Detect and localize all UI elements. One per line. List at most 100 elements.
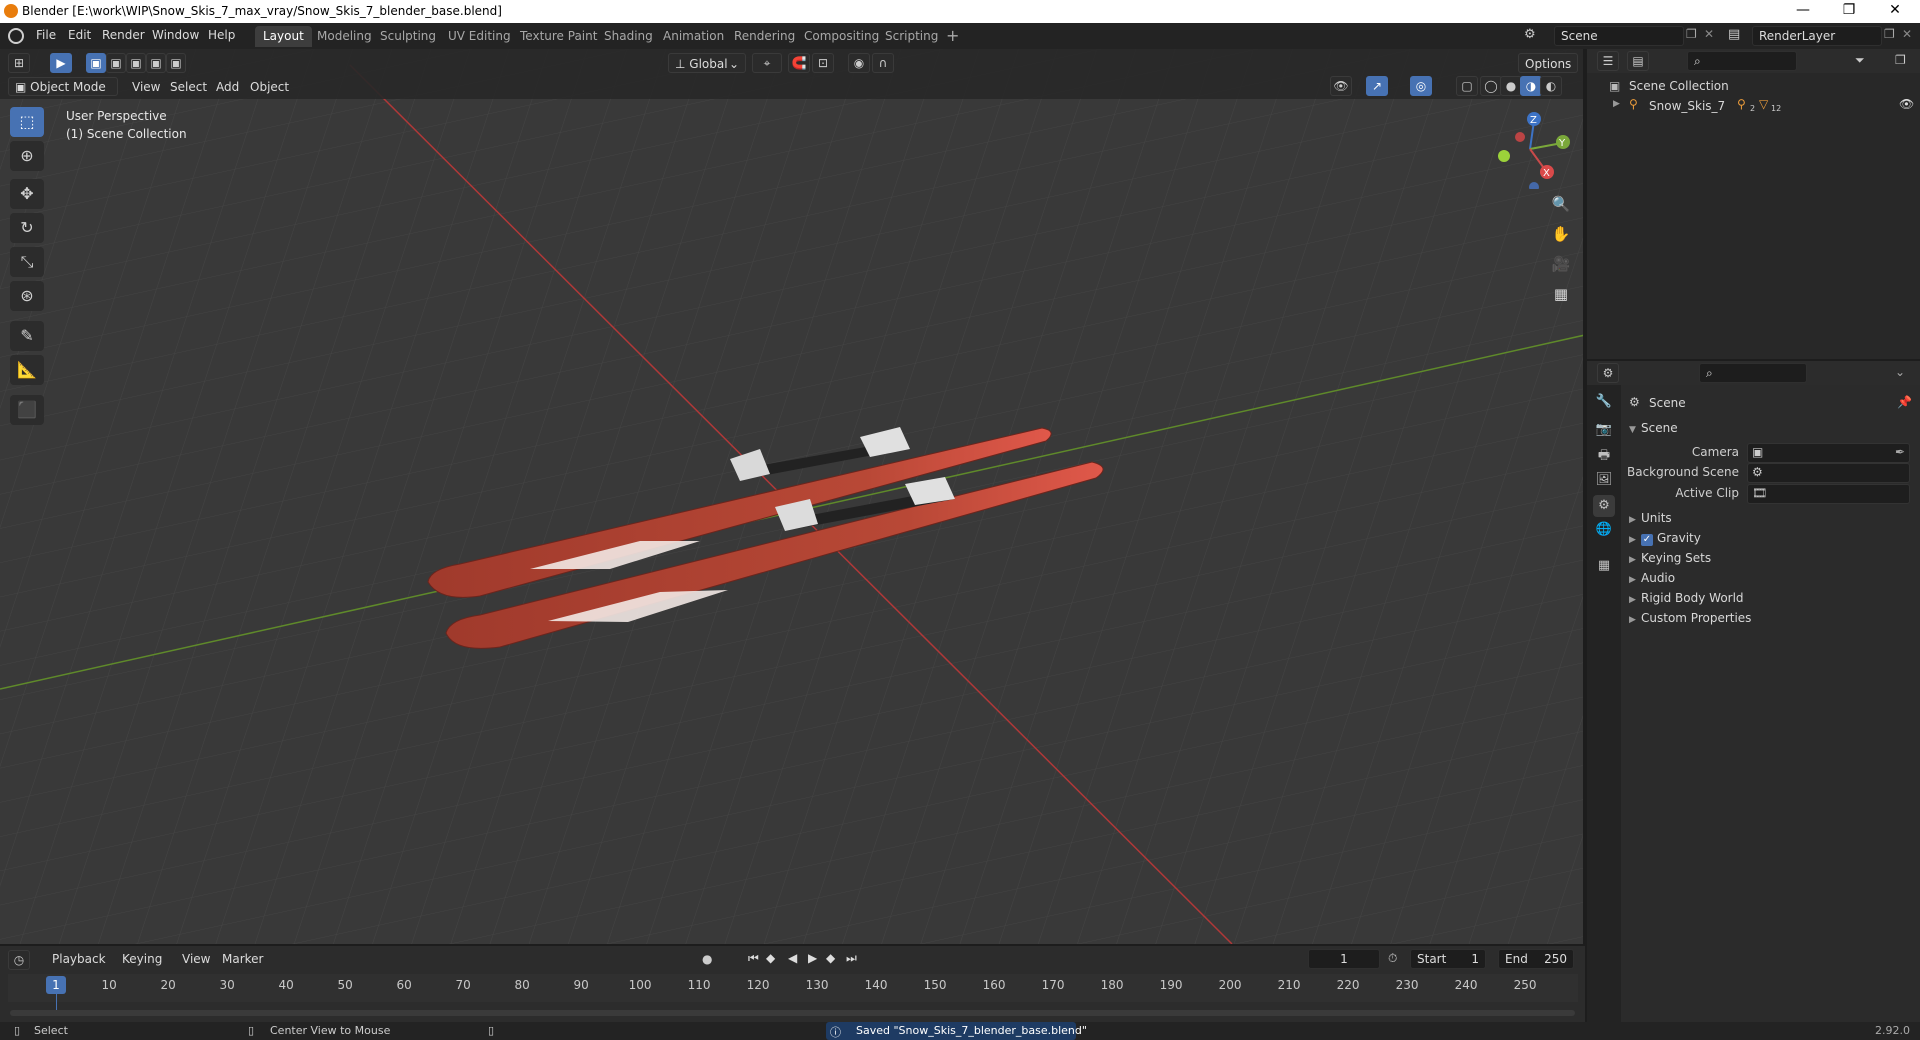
select-box-icon[interactable]: ⬚	[10, 107, 44, 137]
viewport-menu-add[interactable]: Add	[216, 80, 239, 94]
snap-target-icon[interactable]: ⊡	[812, 53, 834, 73]
jump-end-icon[interactable]: ⏭	[846, 951, 857, 966]
scene-selector[interactable]: Scene	[1554, 26, 1684, 46]
zoom-icon[interactable]: 🔍	[1548, 191, 1574, 217]
timeline-menu-view[interactable]: View	[182, 952, 210, 966]
start-frame-field[interactable]: Start 1	[1410, 949, 1486, 969]
rigid-body-world-panel-header[interactable]: ▶ Rigid Body World	[1629, 591, 1744, 605]
navigation-gizmo[interactable]: Z Y X	[1490, 109, 1570, 189]
select-mode-invert-icon[interactable]: ▣	[146, 53, 166, 73]
timeline-menu-keying[interactable]: Keying	[122, 952, 162, 966]
close-button[interactable]: ✕	[1872, 0, 1918, 23]
filter-icon[interactable]: ⏷	[1855, 53, 1865, 68]
pan-hand-icon[interactable]: ✋	[1548, 221, 1574, 247]
viewport-menu-view[interactable]: View	[132, 80, 160, 94]
world-tab-icon[interactable]: 🌐	[1593, 519, 1615, 541]
scene-panel-header[interactable]: ▼ Scene	[1629, 421, 1678, 435]
wireframe-shading-icon[interactable]: ◯	[1480, 76, 1502, 96]
next-keyframe-icon[interactable]: ◆	[826, 951, 835, 965]
cursor-tool-icon[interactable]: ⊕	[10, 141, 44, 171]
add-workspace-icon[interactable]: +	[946, 26, 959, 45]
viewport-menu-object[interactable]: Object	[250, 80, 289, 94]
outliner-item-snow-skis[interactable]: Snow_Skis_7	[1649, 99, 1725, 113]
outliner-editor[interactable]: ☰ ▤ ⌕ ⏷ ❐ ▣ Scene Collection ▶ ⚲ Snow_Sk…	[1587, 49, 1920, 359]
annotate-tool-icon[interactable]: ✎	[10, 321, 44, 351]
tool-tab-icon[interactable]: 🔧	[1593, 391, 1615, 413]
add-cube-tool-icon[interactable]: ⬛	[10, 395, 44, 425]
editor-type-icon[interactable]: ⊞	[8, 53, 30, 73]
pivot-point-icon[interactable]: ⌖	[752, 53, 782, 73]
menu-render[interactable]: Render	[102, 28, 145, 42]
jump-start-icon[interactable]: ⏮	[748, 951, 759, 966]
measure-tool-icon[interactable]: 📐	[10, 355, 44, 385]
visibility-filter-icon[interactable]: 👁	[1330, 76, 1352, 96]
maximize-button[interactable]: ❐	[1826, 0, 1872, 23]
select-mode-subtract-icon[interactable]: ▣	[126, 53, 146, 73]
minimize-button[interactable]: —	[1780, 0, 1826, 23]
play-reverse-icon[interactable]: ◀	[788, 951, 797, 965]
texture-tab-icon[interactable]: ▦	[1593, 555, 1615, 577]
menu-window[interactable]: Window	[152, 28, 199, 42]
timeline-menu-playback[interactable]: Playback	[52, 952, 106, 966]
custom-properties-panel-header[interactable]: ▶ Custom Properties	[1629, 611, 1751, 625]
keying-sets-panel-header[interactable]: ▶ Keying Sets	[1629, 551, 1711, 565]
eyedropper-icon[interactable]: ✒	[1895, 445, 1905, 459]
scene-browse-icon[interactable]: ⚙	[1524, 27, 1546, 45]
gizmo-toggle-icon[interactable]: ↗	[1366, 76, 1388, 96]
tab-animation[interactable]: Animation	[655, 26, 732, 47]
timeline-editor-type-icon[interactable]: ◷	[8, 950, 30, 970]
gravity-panel-header[interactable]: ▶ ✓ Gravity	[1629, 531, 1701, 546]
options-dropdown[interactable]: Options	[1518, 53, 1579, 73]
play-icon[interactable]: ▶	[808, 951, 817, 965]
audio-panel-header[interactable]: ▶ Audio	[1629, 571, 1675, 585]
render-tab-icon[interactable]: 📷	[1593, 419, 1615, 441]
material-shading-icon[interactable]: ◑	[1520, 76, 1542, 96]
renderlayer-new-icon[interactable]: ❐	[1884, 27, 1895, 41]
scene-delete-icon[interactable]: ✕	[1704, 27, 1714, 41]
output-tab-icon[interactable]: 🖶	[1593, 445, 1615, 467]
scene-new-icon[interactable]: ❐	[1686, 27, 1697, 41]
menu-file[interactable]: File	[36, 28, 56, 42]
tab-layout[interactable]: Layout	[255, 26, 312, 47]
background-scene-field[interactable]: ⚙	[1747, 463, 1910, 483]
falloff-icon[interactable]: ∩	[872, 53, 894, 73]
rotate-tool-icon[interactable]: ↻	[10, 213, 44, 243]
tab-scripting[interactable]: Scripting	[877, 26, 946, 47]
tab-texture-paint[interactable]: Texture Paint	[512, 26, 605, 47]
end-frame-field[interactable]: End 250	[1498, 949, 1574, 969]
display-mode-icon[interactable]: ▤	[1627, 51, 1649, 71]
proportional-edit-icon[interactable]: ◉	[848, 53, 870, 73]
prev-keyframe-icon[interactable]: ◆	[766, 951, 775, 965]
ortho-toggle-icon[interactable]: ▦	[1548, 281, 1574, 307]
properties-options-chevron-icon[interactable]: ⌄	[1895, 365, 1905, 379]
timeline-editor[interactable]: ◷ Playback Keying View Marker ● ⏮ ◆ ◀ ▶ …	[0, 944, 1585, 1022]
expand-arrow-icon[interactable]: ▶	[1613, 99, 1620, 109]
tab-uv-editing[interactable]: UV Editing	[440, 26, 519, 47]
3d-viewport[interactable]: ⊞ ▶ ▣ ▣ ▣ ▣ ▣ ⊥ Global ⌄ ⌖ 🧲 ⊡ ◉ ∩ Option…	[0, 49, 1585, 944]
tab-sculpting[interactable]: Sculpting	[372, 26, 444, 47]
active-clip-field[interactable]: 🎞	[1747, 484, 1910, 504]
tab-shading[interactable]: Shading	[596, 26, 661, 47]
properties-editor-type-icon[interactable]: ⚙	[1597, 363, 1619, 383]
camera-field[interactable]: ▣ ✒	[1747, 443, 1910, 463]
overlays-toggle-icon[interactable]: ◎	[1410, 76, 1432, 96]
move-tool-icon[interactable]: ✥	[10, 179, 44, 209]
renderlayer-selector[interactable]: RenderLayer	[1752, 26, 1882, 46]
viewport-canvas[interactable]	[0, 49, 1585, 944]
select-box-tool-icon[interactable]: ▶	[50, 53, 72, 73]
scale-tool-icon[interactable]: ⤡	[10, 247, 44, 277]
pin-icon[interactable]: 📌	[1897, 395, 1912, 409]
camera-view-icon[interactable]: 🎥	[1548, 251, 1574, 277]
timeline-menu-marker[interactable]: Marker	[222, 952, 263, 966]
new-collection-icon[interactable]: ❐	[1895, 53, 1906, 67]
outliner-search-input[interactable]: ⌕	[1687, 51, 1797, 71]
properties-search-input[interactable]: ⌕	[1699, 363, 1807, 383]
viewlayer-browse-icon[interactable]: ▤	[1728, 27, 1740, 42]
snap-toggle-icon[interactable]: 🧲	[788, 53, 810, 73]
outliner-root-label[interactable]: Scene Collection	[1629, 79, 1729, 93]
preview-range-icon[interactable]: ⏱	[1388, 951, 1397, 966]
tab-modeling[interactable]: Modeling	[309, 26, 380, 47]
xray-toggle-icon[interactable]: ▢	[1456, 76, 1478, 96]
scene-tab-icon[interactable]: ⚙	[1593, 495, 1615, 517]
outliner-editor-type-icon[interactable]: ☰	[1597, 51, 1619, 71]
